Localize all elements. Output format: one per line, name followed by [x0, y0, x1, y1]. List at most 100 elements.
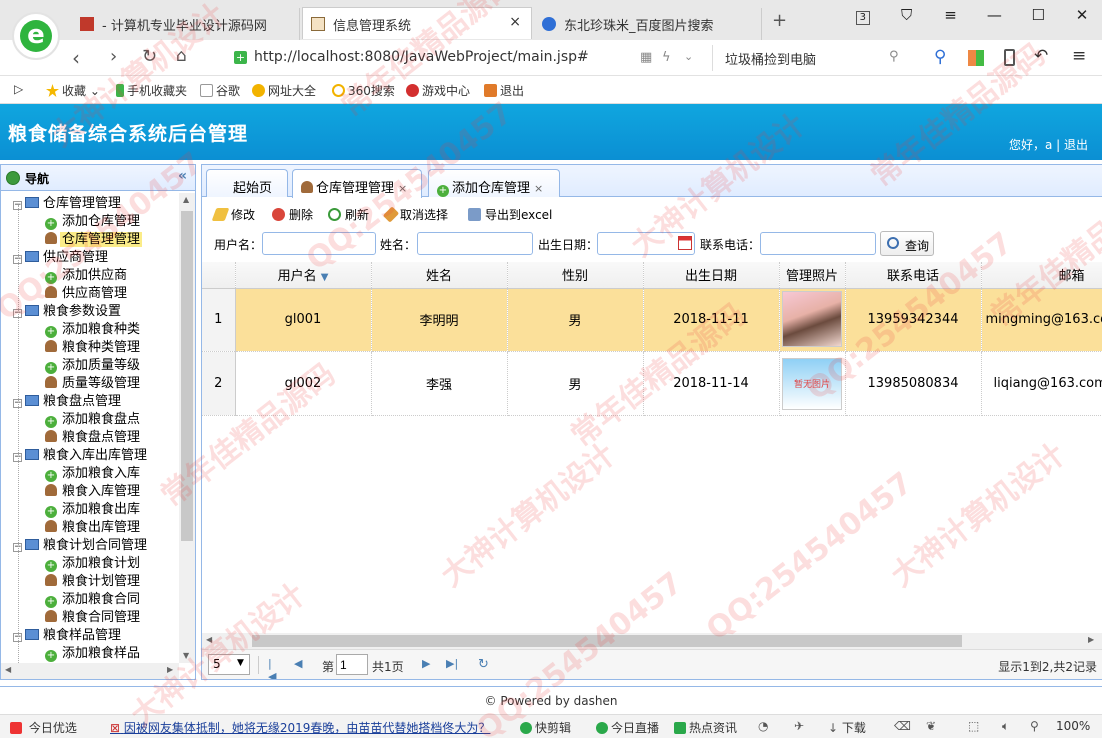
collapse-icon[interactable]: «: [178, 168, 187, 184]
col-username[interactable]: 用户名 ▼: [235, 262, 372, 289]
status-today-picks[interactable]: 今日优选: [10, 719, 77, 736]
browser-menu-icon[interactable]: ≡: [1072, 46, 1086, 66]
bookmark-games[interactable]: 游戏中心: [406, 82, 470, 99]
undo-icon[interactable]: ↶: [1034, 46, 1048, 66]
nav-item[interactable]: + 添加供应商: [45, 267, 129, 285]
close-tab-icon[interactable]: ×: [398, 182, 407, 195]
qr-icon[interactable]: ▦: [640, 50, 652, 65]
calendar-icon[interactable]: [678, 236, 692, 250]
refresh-button[interactable]: 刷新: [328, 206, 369, 223]
delete-button[interactable]: 删除: [272, 206, 313, 223]
shirt-icon[interactable]: ⛉: [887, 6, 927, 24]
col-photo[interactable]: 管理照片: [779, 262, 846, 289]
sidebar-toggle-icon[interactable]: ▷: [14, 82, 23, 96]
browser-tab-1[interactable]: - 计算机专业毕业设计源码网: [72, 8, 300, 40]
nav-group[interactable]: − 粮食入库出库管理: [13, 447, 149, 465]
lightning-icon[interactable]: ϟ: [662, 50, 671, 65]
page-size-select[interactable]: 5 ▼: [208, 654, 250, 675]
col-name[interactable]: 姓名: [371, 262, 508, 289]
reload-icon[interactable]: ↻: [142, 46, 157, 67]
nav-group[interactable]: − 粮食计划合同管理: [13, 537, 149, 555]
username-input[interactable]: [262, 232, 376, 255]
tab-count-badge[interactable]: 3: [843, 6, 883, 25]
nav-item[interactable]: 粮食出库管理: [45, 519, 142, 537]
screenshot-icon[interactable]: ⬚: [968, 719, 979, 733]
scroll-thumb[interactable]: [181, 211, 193, 541]
nav-item[interactable]: + 添加质量等级: [45, 357, 142, 375]
status-hot-news[interactable]: 热点资讯: [674, 719, 737, 736]
nav-group[interactable]: − 粮食参数设置: [13, 303, 123, 321]
phone-icon[interactable]: [1004, 49, 1015, 66]
nav-item[interactable]: + 添加粮食样品: [45, 645, 142, 663]
scroll-right-icon[interactable]: ▶: [1088, 635, 1094, 644]
export-excel-button[interactable]: 导出到excel: [468, 206, 552, 223]
scroll-left-icon[interactable]: ◀: [5, 665, 11, 674]
maximize-icon[interactable]: ☐: [1018, 6, 1058, 24]
browser-logo[interactable]: e: [12, 12, 60, 60]
phone-input[interactable]: [760, 232, 876, 255]
zoom-level[interactable]: 100%: [1056, 719, 1090, 733]
grid-horizontal-scrollbar[interactable]: ◀ ▶: [202, 633, 1102, 649]
nav-item[interactable]: + 添加粮食合同: [45, 591, 142, 609]
leaf-icon[interactable]: ❦: [926, 719, 936, 733]
status-download[interactable]: ↓ 下载: [828, 719, 866, 736]
nav-vertical-scrollbar[interactable]: ▲ ▼: [179, 193, 195, 663]
close-window-icon[interactable]: ✕: [1062, 6, 1102, 24]
table-row[interactable]: 1 gl001 李明明 男 2018-11-11 13959342344 min…: [202, 288, 1102, 352]
birth-date-input[interactable]: [597, 232, 695, 255]
col-phone[interactable]: 联系电话: [845, 262, 982, 289]
nav-item[interactable]: 仓库管理管理: [45, 231, 143, 249]
status-live[interactable]: 今日直播: [596, 719, 659, 736]
nav-group[interactable]: − 粮食样品管理: [13, 627, 123, 645]
search-icon[interactable]: ⚲: [889, 49, 899, 64]
nav-item[interactable]: + 添加粮食出库: [45, 501, 142, 519]
bookmark-exit[interactable]: 退出: [484, 82, 524, 99]
nav-item[interactable]: 粮食合同管理: [45, 609, 142, 627]
back-icon[interactable]: ‹: [72, 46, 80, 70]
bookmark-favorites[interactable]: 收藏 ⌄: [46, 82, 100, 99]
next-page-icon[interactable]: ▶: [422, 657, 434, 671]
nav-item[interactable]: 粮食盘点管理: [45, 429, 142, 447]
zoom-icon[interactable]: ⚲: [1030, 719, 1039, 733]
status-news-link[interactable]: ⊠ 因被网友集体抵制，她将无缘2019春晚，由苗苗代替她搭档佟大为？: [110, 719, 490, 736]
col-birth[interactable]: 出生日期: [643, 262, 780, 289]
name-input[interactable]: [417, 232, 533, 255]
refresh-icon[interactable]: ↻: [478, 657, 490, 672]
url-input[interactable]: + http://localhost:8080/JavaWebProject/m…: [226, 45, 700, 71]
nav-item[interactable]: + 添加粮食入库: [45, 465, 142, 483]
tab-add-warehouse[interactable]: + 添加仓库管理 ×: [428, 169, 560, 197]
col-sex[interactable]: 性别: [507, 262, 644, 289]
page-number-input[interactable]: [336, 654, 368, 675]
first-page-icon[interactable]: |◀: [268, 657, 280, 679]
nav-item[interactable]: + 添加粮食种类: [45, 321, 142, 339]
scroll-right-icon[interactable]: ▶: [167, 665, 173, 674]
plane-icon[interactable]: ✈: [794, 719, 804, 733]
bookmark-360[interactable]: 360搜索: [332, 82, 395, 99]
welcome-logout[interactable]: 您好，a | 退出: [1009, 136, 1088, 153]
nav-item[interactable]: 粮食计划管理: [45, 573, 142, 591]
apps-icon[interactable]: [968, 50, 984, 66]
nav-group[interactable]: − 仓库管理管理: [13, 195, 123, 213]
forward-icon[interactable]: ›: [110, 46, 117, 67]
clear-icon[interactable]: ⌫: [894, 719, 911, 733]
tab-warehouse-manage[interactable]: 仓库管理管理 ×: [292, 169, 422, 198]
status-clip[interactable]: 快剪辑: [520, 719, 571, 736]
nav-group[interactable]: − 粮食盘点管理: [13, 393, 123, 411]
scroll-up-icon[interactable]: ▲: [183, 195, 189, 204]
close-tab-icon[interactable]: ×: [509, 14, 521, 30]
edit-button[interactable]: 修改: [211, 206, 255, 223]
browser-tab-2[interactable]: 信息管理系统 ×: [302, 7, 532, 39]
nav-group[interactable]: − 供应商管理: [13, 249, 110, 267]
home-icon[interactable]: ⌂: [176, 46, 187, 66]
nav-item[interactable]: 粮食入库管理: [45, 483, 142, 501]
nav-horizontal-scrollbar[interactable]: ◀ ▶: [1, 663, 179, 679]
bookmark-mobile[interactable]: 手机收藏夹: [116, 82, 187, 99]
close-tab-icon[interactable]: ×: [534, 182, 543, 195]
minimize-icon[interactable]: —: [974, 6, 1014, 24]
browser-tab-3[interactable]: 东北珍珠米_百度图片搜索: [534, 8, 762, 40]
search-box[interactable]: 垃圾桶捡到电脑 ⚲: [712, 45, 912, 71]
last-page-icon[interactable]: ▶|: [446, 657, 458, 671]
scroll-left-icon[interactable]: ◀: [206, 635, 212, 644]
nav-item[interactable]: 质量等级管理: [45, 375, 142, 393]
scroll-thumb[interactable]: [252, 635, 962, 647]
